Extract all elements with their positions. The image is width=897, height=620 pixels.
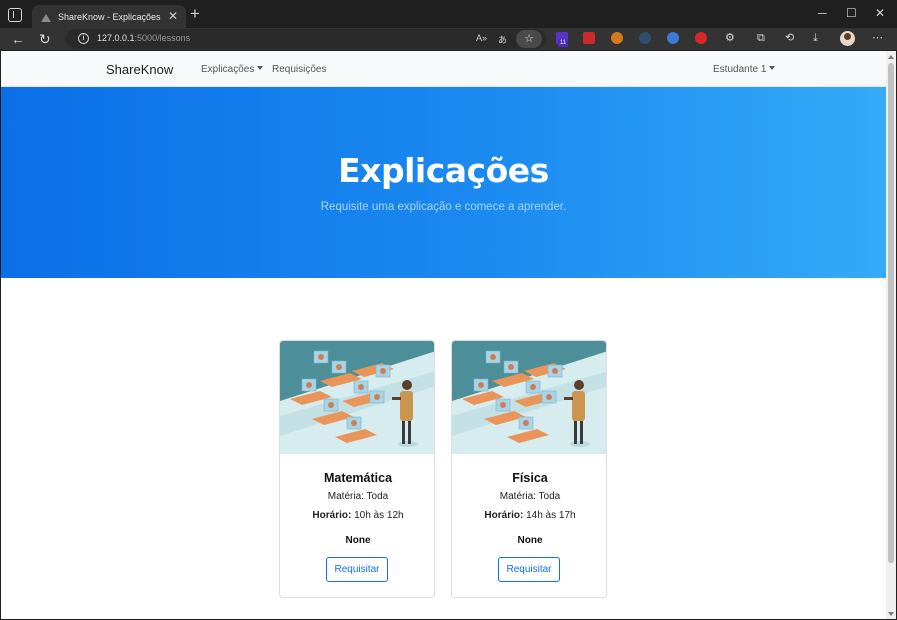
read-aloud-icon[interactable]: A»	[476, 33, 487, 43]
minimize-icon[interactable]: ─	[818, 6, 827, 20]
extension-icon-6[interactable]	[695, 32, 707, 44]
page-viewport: ShareKnow Explicações Requisições Estuda…	[1, 51, 886, 619]
chevron-down-icon	[769, 66, 776, 70]
maximize-icon[interactable]: ☐	[846, 6, 857, 20]
extensions-icon[interactable]: ⚙	[725, 31, 735, 45]
tab-title: ShareKnow - Explicações	[58, 12, 161, 22]
brand-logo[interactable]: ShareKnow	[106, 62, 173, 77]
scroll-down-icon[interactable]	[888, 612, 894, 616]
extension-icon-3[interactable]	[611, 32, 623, 44]
address-bar: ← ↻ i 127.0.0.1:5000/lessons A» あ ☆ 11 ⚙…	[0, 28, 897, 50]
favorites-star-icon[interactable]: ☆	[516, 30, 542, 48]
refresh-icon[interactable]: ↻	[39, 30, 51, 48]
tab-close-icon[interactable]: ✕	[168, 9, 178, 23]
extension-icon-4[interactable]	[639, 32, 651, 44]
url-text: 127.0.0.1:5000/lessons	[97, 33, 191, 43]
lesson-card: Matemática Matéria: Toda Horário: 10h às…	[279, 340, 435, 598]
lesson-subject: Matéria: Toda	[499, 491, 561, 502]
extension-icon-2[interactable]	[583, 32, 595, 44]
request-button[interactable]: Requisitar	[326, 557, 388, 582]
browser-tab-bar: ShareKnow - Explicações ✕ + ─ ☐ ✕	[0, 0, 897, 31]
lesson-illustration	[280, 341, 434, 454]
nav-requisicoes-link[interactable]: Requisições	[272, 64, 326, 75]
scroll-up-icon[interactable]	[888, 55, 894, 59]
history-icon[interactable]: ⟲	[785, 31, 794, 45]
page-scrollbar[interactable]	[886, 51, 896, 619]
page-title: Explicações	[338, 151, 549, 190]
lesson-illustration	[452, 341, 606, 454]
hero-banner: Explicações Requisite uma explicação e c…	[1, 87, 886, 278]
window-close-icon[interactable]: ✕	[875, 6, 885, 20]
lesson-subject: Matéria: Toda	[327, 491, 389, 502]
more-menu-icon[interactable]: ⋯	[872, 31, 883, 45]
chevron-down-icon	[257, 66, 264, 70]
request-button[interactable]: Requisitar	[498, 557, 560, 582]
new-tab-button[interactable]: +	[190, 4, 200, 24]
lesson-schedule: Horário: 14h às 17h	[484, 510, 576, 521]
profile-avatar-icon[interactable]	[840, 31, 855, 46]
lesson-note: None	[517, 535, 543, 546]
lesson-note: None	[345, 535, 371, 546]
lesson-card: Física Matéria: Toda Horário: 14h às 17h…	[451, 340, 607, 598]
info-icon[interactable]: i	[78, 33, 89, 44]
translate-icon[interactable]: あ	[498, 33, 507, 46]
split-screen-icon[interactable]: ⧉	[757, 31, 765, 45]
sidebar-toggle-icon[interactable]	[8, 8, 22, 22]
page-subtitle: Requisite uma explicação e comece a apre…	[320, 201, 567, 213]
lesson-title: Matemática	[323, 471, 393, 485]
back-icon[interactable]: ←	[11, 30, 25, 48]
tab-favicon-icon	[41, 14, 51, 22]
extension-badge: 11	[558, 39, 569, 47]
scroll-thumb[interactable]	[888, 63, 894, 563]
user-menu-dropdown[interactable]: Estudante 1	[713, 64, 776, 75]
lesson-schedule: Horário: 10h às 12h	[312, 510, 404, 521]
url-field[interactable]: i 127.0.0.1:5000/lessons A» あ ☆	[66, 29, 546, 49]
extension-icon-5[interactable]	[667, 32, 679, 44]
nav-explicacoes-dropdown[interactable]: Explicações	[201, 64, 264, 75]
downloads-icon[interactable]: ⤓	[813, 31, 818, 45]
site-navbar: ShareKnow Explicações Requisições Estuda…	[1, 51, 886, 87]
lesson-title: Física	[512, 471, 548, 485]
